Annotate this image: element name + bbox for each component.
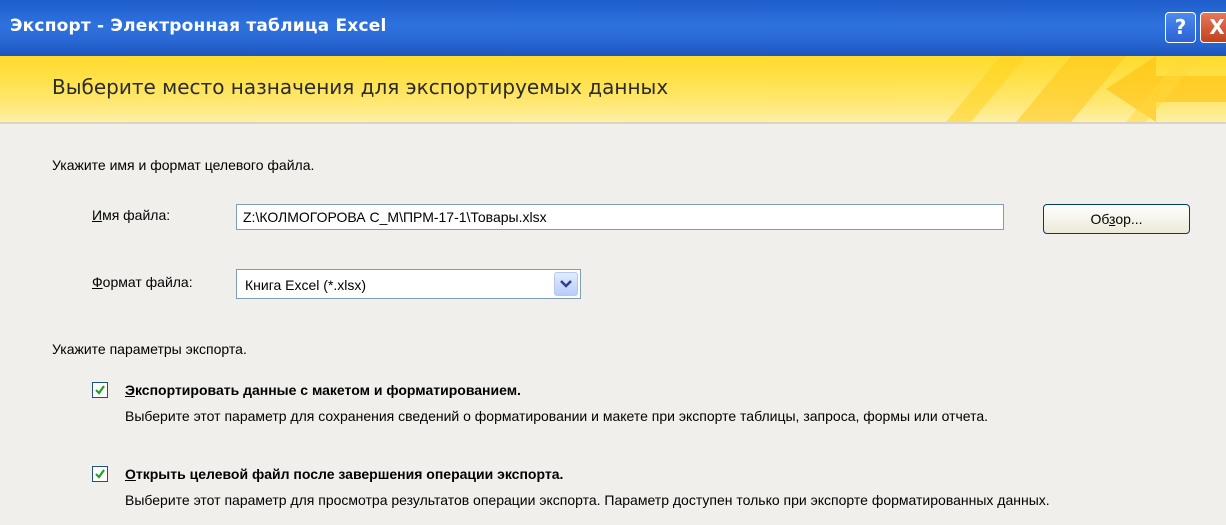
chevron-down-icon (560, 280, 572, 288)
page-title: Выберите место назначения для экспортиру… (52, 75, 669, 99)
file-section-intro: Укажите имя и формат целевого файла. (52, 157, 315, 173)
banner-arrows-graphic (946, 56, 1226, 122)
filename-input[interactable]: Z:\КОЛМОГОРОВА С_М\ПРМ-17-1\Товары.xlsx (236, 204, 1004, 230)
window-title: Экспорт - Электронная таблица Excel (10, 16, 387, 36)
export-formatting-checkbox[interactable] (92, 382, 108, 398)
export-formatting-label[interactable]: Экспортировать данные с макетом и формат… (125, 382, 521, 398)
format-select[interactable]: Книга Excel (*.xlsx) (236, 269, 581, 299)
checkmark-icon (95, 385, 105, 395)
banner-divider (0, 122, 1226, 124)
close-button[interactable]: X (1200, 12, 1226, 43)
open-file-checkbox[interactable] (92, 466, 108, 482)
format-select-value: Книга Excel (*.xlsx) (245, 277, 367, 293)
dropdown-button[interactable] (554, 272, 578, 296)
open-file-label[interactable]: Открыть целевой файл после завершения оп… (125, 466, 563, 482)
filename-label: Имя файла: (92, 207, 171, 223)
browse-button[interactable]: Обзор... (1043, 204, 1190, 234)
checkmark-icon (95, 469, 105, 479)
title-bar: Экспорт - Электронная таблица Excel ? X (0, 0, 1226, 56)
format-label: Формат файла: (92, 274, 193, 290)
header-banner: Выберите место назначения для экспортиру… (0, 56, 1226, 122)
export-options-intro: Укажите параметры экспорта. (52, 341, 247, 357)
close-icon: X (1209, 15, 1225, 39)
help-icon: ? (1174, 15, 1187, 39)
open-file-description: Выберите этот параметр для просмотра рез… (125, 492, 1050, 508)
export-formatting-description: Выберите этот параметр для сохранения св… (125, 408, 989, 424)
help-button[interactable]: ? (1165, 12, 1196, 43)
